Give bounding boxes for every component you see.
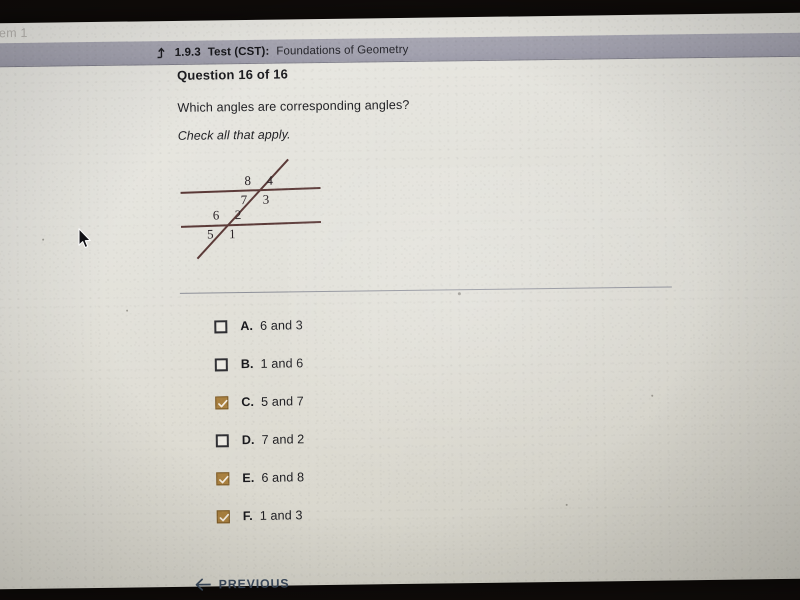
parallel-lines-transversal-diagram: 8 4 7 3 6 2 5 1: [178, 153, 329, 265]
option-row-e[interactable]: E. 6 and 8: [216, 461, 682, 489]
question-prompt: Which angles are corresponding angles?: [177, 97, 410, 115]
option-letter-b: B.: [240, 356, 254, 372]
previous-button-label: PREVIOUS: [218, 576, 290, 592]
dust-speck: [42, 238, 45, 241]
check-icon: [219, 513, 230, 521]
option-row-c[interactable]: C. 5 and 7: [215, 385, 681, 413]
angle-label-5: 5: [207, 226, 214, 241]
question-content: Question 16 of 16 Which angles are corre…: [177, 61, 683, 544]
parallel-line-top: [180, 187, 321, 194]
angle-label-1: 1: [229, 226, 236, 241]
option-letter-d: D.: [241, 432, 255, 448]
checkbox-b[interactable]: [214, 357, 228, 371]
transversal-line: [196, 158, 289, 260]
previous-button[interactable]: PREVIOUS: [195, 576, 290, 591]
geometry-figure-svg: 8 4 7 3 6 2 5 1: [180, 158, 321, 260]
lesson-header-content: 1.9.3 Test (CST): Foundations of Geometr…: [155, 43, 409, 59]
answer-options-list: A. 6 and 3 B. 1 and 6 C. 5 and 7 D. 7 an…: [214, 309, 683, 527]
question-instruction: Check all that apply.: [177, 127, 291, 143]
os-strip-label: Sem 1: [0, 25, 28, 41]
question-counter: Question 16 of 16: [176, 66, 289, 83]
check-icon: [219, 475, 229, 483]
lesson-title: Foundations of Geometry: [276, 43, 409, 58]
angle-label-4: 4: [266, 173, 273, 188]
up-level-arrow-icon[interactable]: [155, 46, 168, 59]
option-letter-e: E.: [242, 470, 255, 486]
option-row-b[interactable]: B. 1 and 6: [214, 347, 681, 375]
angle-label-3: 3: [263, 192, 270, 207]
option-text-e: 6 and 8: [261, 470, 305, 485]
option-letter-a: A.: [240, 318, 254, 334]
lesson-kind: Test (CST):: [207, 45, 270, 59]
angle-label-2: 2: [235, 207, 242, 222]
lesson-number: 1.9.3: [174, 46, 201, 59]
option-text-d: 7 and 2: [261, 432, 305, 447]
dust-speck: [126, 309, 129, 312]
checkbox-c[interactable]: [215, 395, 229, 409]
checkbox-e[interactable]: [216, 471, 230, 485]
angle-label-8: 8: [244, 173, 251, 188]
parallel-line-bottom: [180, 221, 321, 228]
option-text-b: 1 and 6: [260, 356, 304, 371]
option-row-f[interactable]: F. 1 and 3: [216, 499, 683, 527]
checkbox-a[interactable]: [214, 319, 228, 333]
section-divider: [179, 286, 672, 294]
photo-of-screen: Sem 1 1.9.3 Test (CST): Foundations of G…: [0, 0, 800, 600]
checkbox-f[interactable]: [216, 509, 230, 523]
option-text-a: 6 and 3: [260, 318, 303, 333]
option-row-a[interactable]: A. 6 and 3: [214, 309, 680, 337]
screen-surface: Sem 1 1.9.3 Test (CST): Foundations of G…: [0, 12, 800, 591]
option-letter-c: C.: [241, 394, 255, 410]
option-letter-f: F.: [242, 508, 253, 524]
option-row-d[interactable]: D. 7 and 2: [215, 423, 682, 451]
option-text-f: 1 and 3: [259, 508, 303, 523]
angle-label-7: 7: [241, 192, 248, 207]
angle-label-6: 6: [213, 207, 220, 222]
option-text-c: 5 and 7: [261, 394, 304, 409]
check-icon: [218, 399, 228, 407]
arrow-left-icon: [195, 578, 211, 591]
checkbox-d[interactable]: [215, 433, 229, 447]
